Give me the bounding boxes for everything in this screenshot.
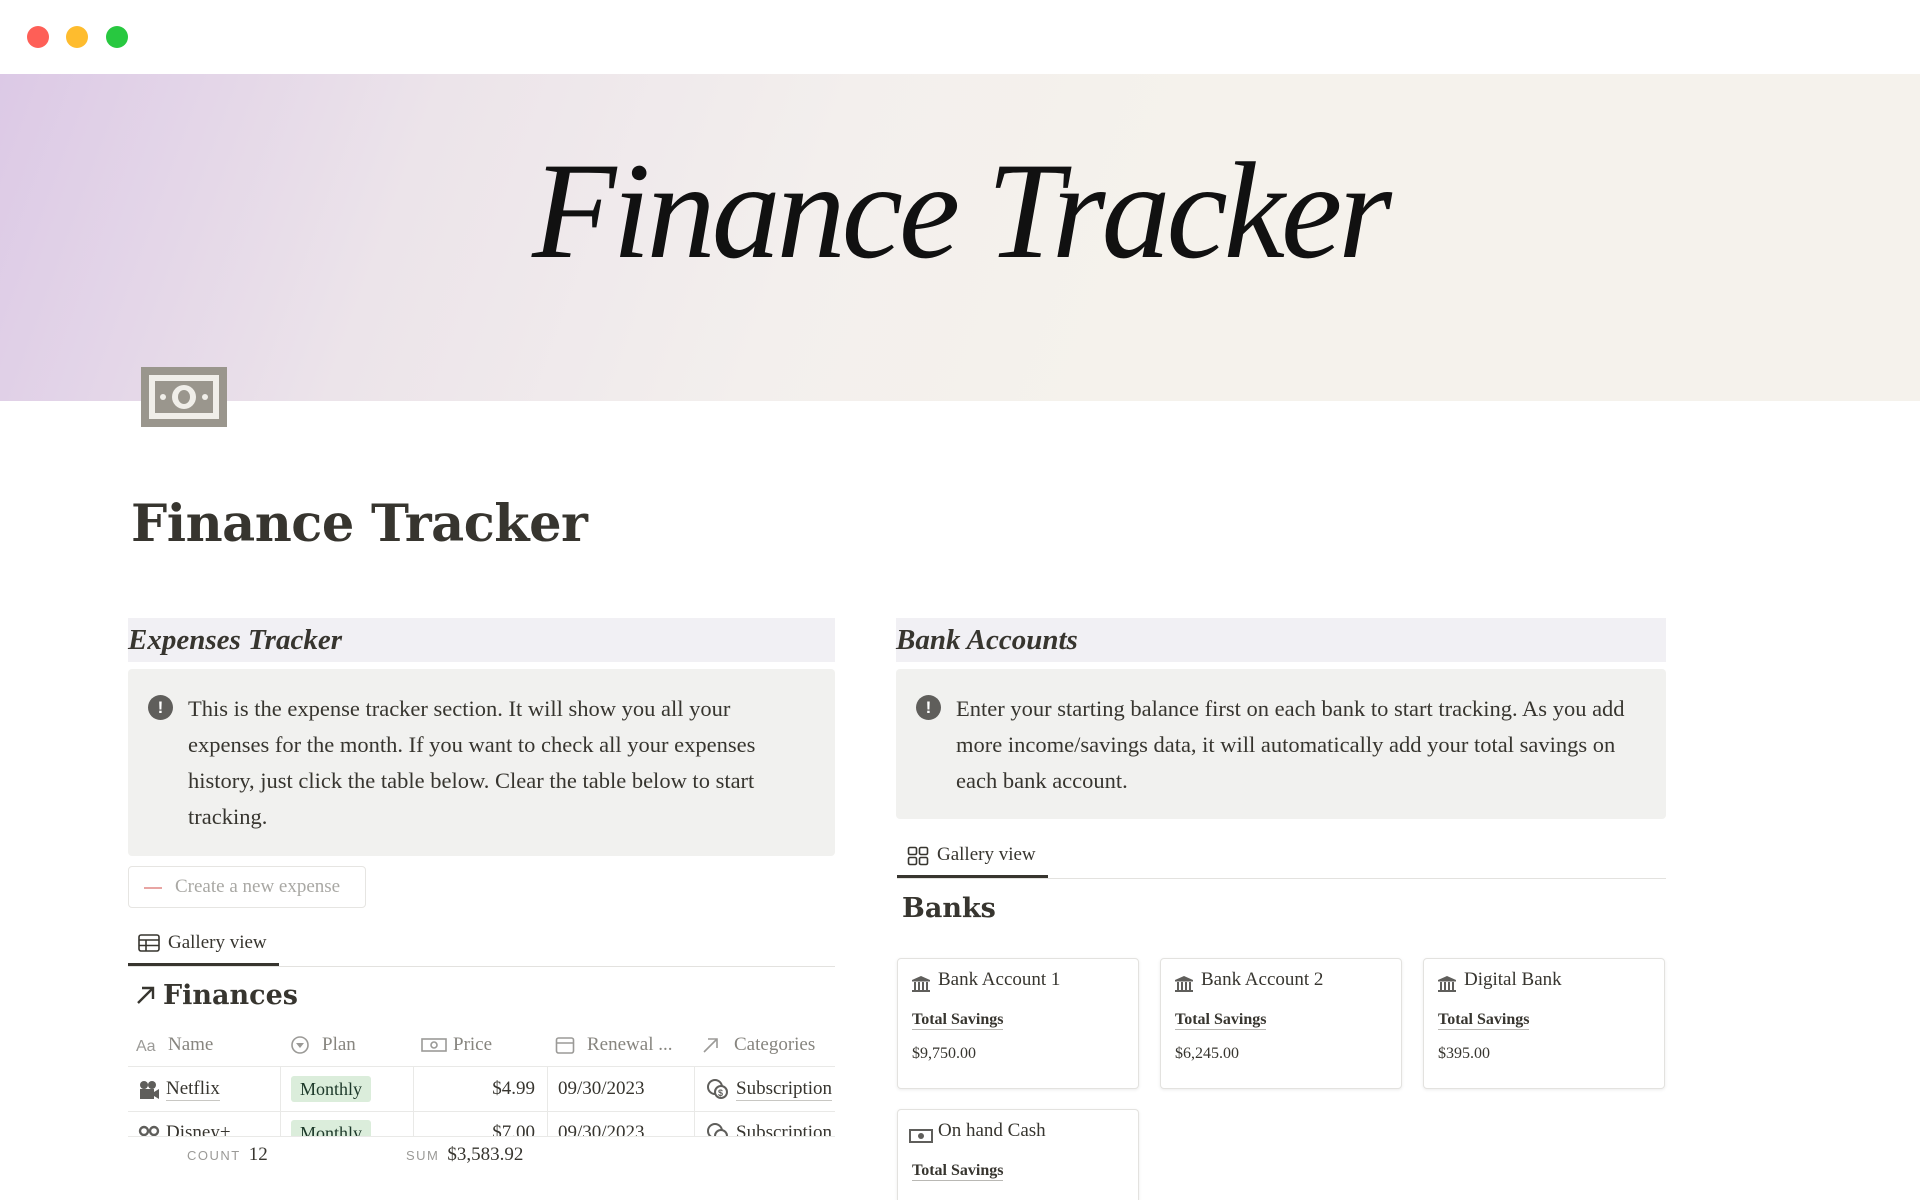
category-link[interactable]: Subscription bbox=[736, 1078, 833, 1101]
coins-icon bbox=[707, 1123, 728, 1136]
bank-card-bank-account-1[interactable]: Bank Account 1 Total Savings $9,750.00 bbox=[897, 958, 1139, 1089]
column-header-name[interactable]: Aa Name bbox=[128, 1023, 280, 1066]
finances-db-title[interactable]: Finances bbox=[135, 980, 298, 1011]
money-icon[interactable] bbox=[141, 367, 227, 427]
expense-name[interactable]: Disney+ bbox=[166, 1122, 231, 1136]
bank-accounts-section-header: Bank Accounts bbox=[896, 618, 1666, 662]
money-icon bbox=[909, 1129, 933, 1143]
money-property-icon bbox=[421, 1038, 447, 1052]
bank-name: Digital Bank bbox=[1464, 969, 1562, 990]
bank-icon bbox=[1175, 976, 1193, 992]
arrow-up-right-icon bbox=[137, 986, 155, 1004]
expense-price: $4.99 bbox=[492, 1078, 535, 1099]
svg-text:$: $ bbox=[718, 1088, 723, 1098]
total-savings-amount: $6,245.00 bbox=[1175, 1045, 1239, 1062]
svg-text:Aa: Aa bbox=[136, 1038, 156, 1054]
total-savings-label: Total Savings bbox=[912, 1011, 1004, 1030]
column-header-price[interactable]: Price bbox=[413, 1023, 547, 1066]
expenses-section-header: Expenses Tracker bbox=[128, 618, 835, 662]
movie-camera-icon bbox=[140, 1081, 159, 1099]
table-count-footer[interactable]: COUNT 12 bbox=[187, 1144, 268, 1166]
plan-tag: Monthly bbox=[291, 1076, 372, 1102]
page-cover[interactable]: Finance Tracker bbox=[0, 74, 1920, 401]
maximize-window-button[interactable] bbox=[106, 26, 128, 48]
table-sum-footer[interactable]: SUM $3,583.92 bbox=[406, 1144, 523, 1166]
relation-icon bbox=[703, 1038, 718, 1053]
coins-icon: $ bbox=[707, 1079, 728, 1099]
expense-renewal-date: 09/30/2023 bbox=[558, 1078, 645, 1099]
calendar-icon bbox=[555, 1037, 575, 1054]
select-property-icon bbox=[291, 1036, 309, 1054]
total-savings-label: Total Savings bbox=[1175, 1011, 1267, 1030]
table-icon bbox=[138, 934, 160, 952]
bank-accounts-callout: ! Enter your starting balance first on e… bbox=[896, 669, 1666, 819]
bank-accounts-callout-text: Enter your starting balance first on eac… bbox=[956, 696, 1625, 793]
expenses-callout-text: This is the expense tracker section. It … bbox=[188, 696, 756, 829]
expense-price: $7.00 bbox=[492, 1122, 535, 1136]
text-property-icon: Aa bbox=[136, 1038, 156, 1054]
close-window-button[interactable] bbox=[27, 26, 49, 48]
column-header-renewal[interactable]: Renewal ... bbox=[547, 1023, 694, 1066]
total-savings-label: Total Savings bbox=[912, 1162, 1004, 1181]
alert-icon: ! bbox=[148, 695, 173, 720]
column-header-categories[interactable]: Categories bbox=[694, 1023, 835, 1066]
table-row[interactable]: Netflix Monthly $4.99 09/30/2023 $ Subsc… bbox=[128, 1067, 835, 1112]
table-header: Aa Name Plan Price Renewal ... Categorie… bbox=[128, 1023, 835, 1067]
bank-card-on-hand-cash[interactable]: On hand Cash Total Savings bbox=[897, 1109, 1139, 1200]
window-titlebar bbox=[0, 0, 1920, 74]
bank-name: Bank Account 1 bbox=[938, 969, 1061, 990]
alert-icon: ! bbox=[916, 695, 941, 720]
expense-renewal-date: 09/30/2023 bbox=[558, 1122, 645, 1136]
bank-icon bbox=[912, 976, 930, 992]
total-savings-amount: $9,750.00 bbox=[912, 1045, 976, 1062]
category-link[interactable]: Subscription bbox=[736, 1122, 832, 1136]
minimize-window-button[interactable] bbox=[66, 26, 88, 48]
glasses-icon bbox=[138, 1125, 160, 1136]
column-header-plan[interactable]: Plan bbox=[280, 1023, 413, 1066]
create-new-expense-button[interactable]: Create a new expense bbox=[128, 866, 366, 908]
tab-banks-gallery-view[interactable]: Gallery view bbox=[897, 834, 1048, 878]
bank-card-digital-bank[interactable]: Digital Bank Total Savings $395.00 bbox=[1423, 958, 1665, 1089]
total-savings-label: Total Savings bbox=[1438, 1011, 1530, 1030]
bank-name: Bank Account 2 bbox=[1201, 969, 1324, 990]
table-row[interactable]: Disney+ Monthly $7.00 09/30/2023 Subscri… bbox=[128, 1111, 835, 1136]
total-savings-amount: $395.00 bbox=[1438, 1045, 1490, 1062]
expenses-callout: ! This is the expense tracker section. I… bbox=[128, 669, 835, 856]
banks-tab-divider bbox=[897, 878, 1666, 879]
table-bottom-border bbox=[128, 1136, 835, 1137]
expense-name[interactable]: Netflix bbox=[166, 1078, 220, 1101]
bank-accounts-section-title: Bank Accounts bbox=[896, 624, 1078, 656]
dash-icon bbox=[144, 887, 162, 889]
finances-table: Aa Name Plan Price Renewal ... Categorie… bbox=[128, 1023, 835, 1136]
expenses-tab-divider bbox=[128, 966, 835, 967]
bank-card-bank-account-2[interactable]: Bank Account 2 Total Savings $6,245.00 bbox=[1160, 958, 1402, 1089]
bank-name: On hand Cash bbox=[938, 1120, 1046, 1141]
bank-icon bbox=[1438, 976, 1456, 992]
cover-title: Finance Tracker bbox=[532, 134, 1392, 287]
gallery-icon bbox=[907, 846, 929, 866]
page-title: Finance Tracker bbox=[131, 494, 588, 554]
banks-db-title[interactable]: Banks bbox=[902, 893, 996, 924]
expenses-section-title: Expenses Tracker bbox=[128, 624, 342, 656]
tab-expenses-gallery-view[interactable]: Gallery view bbox=[128, 922, 279, 966]
plan-tag: Monthly bbox=[291, 1120, 372, 1136]
